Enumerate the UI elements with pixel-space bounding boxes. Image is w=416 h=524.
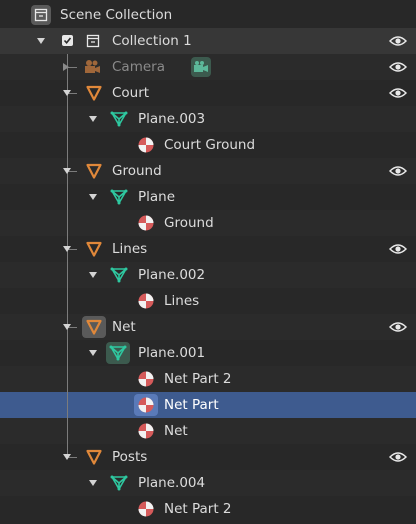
material-icon	[136, 291, 156, 311]
scene-collection-label: Scene Collection	[60, 7, 173, 23]
mesh-label: Plane.003	[138, 111, 206, 127]
mesh-icon	[109, 473, 129, 493]
mesh-icon	[106, 342, 130, 364]
net-label: Net	[112, 319, 136, 335]
expand-arrow-icon[interactable]	[89, 272, 97, 278]
eye-icon[interactable]	[389, 321, 407, 333]
net-mesh-row[interactable]	[0, 340, 416, 366]
material-label: Court Ground	[164, 137, 256, 153]
expand-arrow-icon[interactable]	[89, 480, 97, 486]
expand-arrow-icon[interactable]	[63, 324, 71, 330]
material-icon	[136, 499, 156, 519]
eye-icon[interactable]	[389, 87, 407, 99]
court-label: Court	[112, 85, 150, 101]
posts-mesh-row[interactable]	[0, 470, 416, 496]
eye-icon[interactable]	[389, 165, 407, 177]
material-icon	[136, 421, 156, 441]
mesh-label: Plane.004	[138, 475, 206, 491]
collection-checkbox[interactable]	[62, 35, 73, 46]
material-label: Net Part 2	[164, 501, 232, 517]
lines-mesh-row[interactable]	[0, 262, 416, 288]
lines-label: Lines	[112, 241, 148, 257]
collection-icon	[83, 31, 103, 51]
mesh-icon	[109, 109, 129, 129]
expand-arrow-icon[interactable]	[63, 246, 71, 252]
material-icon	[136, 213, 156, 233]
expand-arrow-icon[interactable]	[63, 63, 69, 71]
mesh-label: Plane.001	[138, 345, 206, 361]
material-label-selected: Net Part	[164, 397, 219, 413]
object-icon	[84, 447, 104, 467]
material-label: Net Part 2	[164, 371, 232, 387]
eye-icon[interactable]	[389, 35, 407, 47]
collection-icon	[31, 5, 51, 25]
eye-icon[interactable]	[389, 243, 407, 255]
tree-line	[67, 54, 68, 458]
eye-icon[interactable]	[389, 451, 407, 463]
net-material-row-3[interactable]	[0, 418, 416, 444]
material-icon	[136, 135, 156, 155]
mesh-icon	[109, 265, 129, 285]
material-label: Net	[164, 423, 188, 439]
mesh-label: Plane.002	[138, 267, 206, 283]
material-icon	[134, 394, 158, 416]
ground-label: Ground	[112, 163, 162, 179]
expand-arrow-icon[interactable]	[89, 194, 97, 200]
ground-mesh-row[interactable]	[0, 184, 416, 210]
camera-data-icon[interactable]	[191, 57, 211, 77]
object-icon	[84, 161, 104, 181]
mesh-icon	[109, 187, 129, 207]
expand-arrow-icon[interactable]	[63, 454, 71, 460]
expand-arrow-icon[interactable]	[63, 168, 71, 174]
posts-label: Posts	[112, 449, 148, 465]
expand-arrow-icon[interactable]	[37, 38, 45, 44]
expand-arrow-icon[interactable]	[63, 90, 71, 96]
mesh-label: Plane	[138, 189, 176, 205]
object-icon	[84, 83, 104, 103]
eye-icon[interactable]	[389, 61, 407, 73]
camera-label: Camera	[112, 59, 165, 75]
court-mesh-row[interactable]	[0, 106, 416, 132]
material-label: Ground	[164, 215, 214, 231]
collection-label: Collection 1	[112, 33, 192, 49]
object-icon	[84, 239, 104, 259]
material-icon	[136, 369, 156, 389]
expand-arrow-icon[interactable]	[89, 350, 97, 356]
material-label: Lines	[164, 293, 200, 309]
camera-icon	[82, 57, 102, 77]
lines-material-row[interactable]	[0, 288, 416, 314]
object-icon	[82, 316, 106, 338]
expand-arrow-icon[interactable]	[89, 116, 97, 122]
